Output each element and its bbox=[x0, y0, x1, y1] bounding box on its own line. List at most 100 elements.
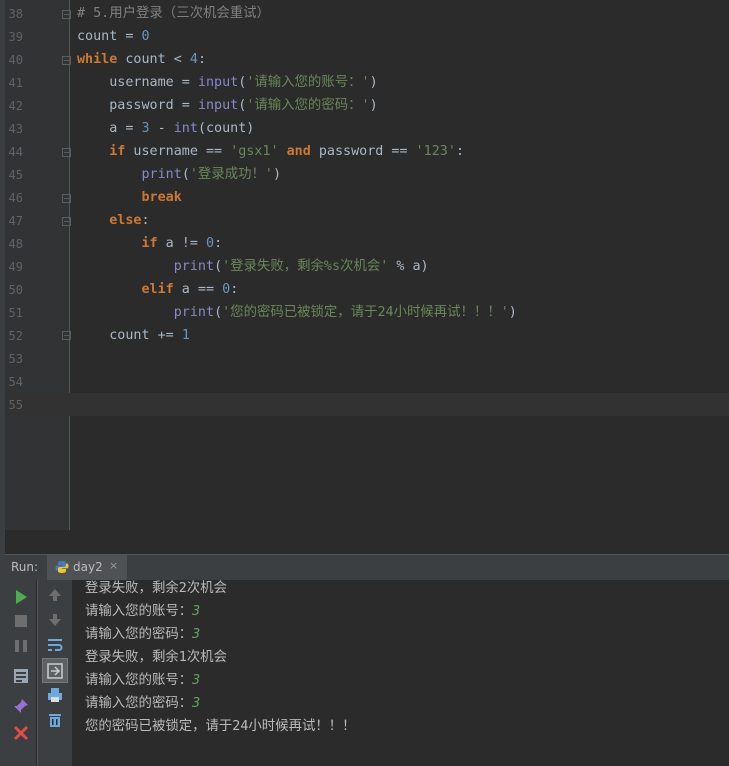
code-line[interactable]: print('登录成功！') bbox=[77, 163, 282, 186]
code-token: '123' bbox=[415, 144, 456, 159]
line-number: 44 bbox=[8, 145, 23, 159]
code-line[interactable]: print('您的密码已被锁定，请于24小时候再试！！！') bbox=[77, 301, 517, 324]
code-token: a == bbox=[173, 282, 223, 297]
console-line: 登录失败，剩余2次机会 bbox=[85, 577, 227, 600]
code-token: a != bbox=[157, 236, 206, 251]
line-number: 42 bbox=[8, 99, 23, 113]
code-token: input bbox=[197, 75, 239, 90]
code-line[interactable]: if a != 0: bbox=[77, 232, 223, 255]
console-text: 登录失败，剩余2次机会 bbox=[85, 581, 227, 596]
code-line[interactable]: while count < 4: bbox=[77, 48, 206, 71]
console-line: 请输入您的密码：3 bbox=[85, 623, 200, 646]
line-number: 40 bbox=[8, 53, 23, 67]
console-text: 请输入您的密码： bbox=[85, 627, 193, 642]
code-token: (count) bbox=[197, 121, 255, 136]
print-icon[interactable] bbox=[46, 686, 64, 704]
trash-icon[interactable] bbox=[46, 711, 64, 729]
code-token: ) bbox=[508, 305, 517, 320]
code-line[interactable]: break bbox=[77, 186, 182, 209]
line-number: 48 bbox=[8, 237, 23, 251]
fold-marker-icon[interactable] bbox=[62, 148, 71, 157]
scroll-to-end-button[interactable] bbox=[42, 658, 68, 683]
console-text: 您的密码已被锁定，请于24小时候再试！！！ bbox=[85, 719, 356, 734]
code-line[interactable]: else: bbox=[77, 209, 150, 232]
code-token: 1 bbox=[181, 328, 190, 343]
console-line: 请输入您的账号：3 bbox=[85, 600, 200, 623]
console-text: 登录失败，剩余1次机会 bbox=[85, 650, 227, 665]
dump-threads-icon[interactable] bbox=[12, 667, 30, 685]
fold-marker-icon[interactable] bbox=[62, 194, 71, 203]
soft-wrap-icon[interactable] bbox=[46, 636, 64, 654]
console-line: 请输入您的密码：3 bbox=[85, 692, 200, 715]
close-icon[interactable] bbox=[12, 724, 30, 742]
code-line[interactable]: count += 1 bbox=[77, 324, 190, 347]
code-token: elif bbox=[141, 282, 174, 297]
code-token: '登录失败，剩余%s次机会' bbox=[222, 259, 389, 274]
code-line[interactable]: # 5.用户登录（三次机会重试） bbox=[77, 2, 270, 25]
line-number: 51 bbox=[8, 306, 23, 320]
code-token: username = bbox=[77, 75, 198, 90]
code-token: else bbox=[109, 213, 142, 228]
code-line[interactable]: password = input('请输入您的密码：') bbox=[77, 94, 377, 117]
code-token: 0 bbox=[206, 236, 215, 251]
line-number: 55 bbox=[8, 398, 23, 412]
line-number: 46 bbox=[8, 191, 23, 205]
code-line[interactable]: username = input('请输入您的账号：') bbox=[77, 71, 378, 94]
code-token: - bbox=[149, 121, 174, 136]
down-arrow-icon[interactable] bbox=[46, 611, 64, 629]
stop-icon[interactable] bbox=[12, 612, 30, 630]
line-number: 38 bbox=[8, 7, 23, 21]
pause-icon[interactable] bbox=[12, 637, 30, 655]
fold-marker-icon[interactable] bbox=[62, 331, 71, 340]
gutter-separator bbox=[69, 0, 70, 530]
code-token: '登录成功！' bbox=[189, 167, 273, 182]
code-token: print bbox=[173, 305, 215, 320]
run-toolbar-left bbox=[5, 580, 36, 766]
console-line: 请输入您的账号：3 bbox=[85, 669, 200, 692]
pin-icon[interactable] bbox=[12, 697, 30, 715]
line-number: 52 bbox=[8, 329, 23, 343]
code-token: while bbox=[77, 52, 118, 67]
code-line[interactable]: count = 0 bbox=[77, 25, 150, 48]
code-token: ( bbox=[181, 167, 190, 182]
code-token: : bbox=[197, 52, 206, 67]
code-token: 0 bbox=[141, 29, 150, 44]
up-arrow-icon[interactable] bbox=[46, 586, 64, 604]
line-number: 39 bbox=[8, 30, 23, 44]
line-number: 54 bbox=[8, 375, 23, 389]
code-token: '请输入您的账号：' bbox=[246, 75, 370, 90]
fold-marker-icon[interactable] bbox=[62, 217, 71, 226]
console-text: 请输入您的账号： bbox=[85, 604, 193, 619]
code-editor[interactable]: 38 39 40 41 42 43 44 45 46 47 48 49 50 51 52 53 54 55 # 5… bbox=[5, 0, 729, 530]
fold-marker-icon[interactable] bbox=[62, 10, 71, 19]
console-text: 请输入您的密码： bbox=[85, 696, 193, 711]
run-panel: 登录失败，剩余2次机会 请输入您的账号：3 请输入您的密码：3 登录失败，剩余1次机会… bbox=[5, 580, 729, 766]
code-line[interactable]: elif a == 0: bbox=[77, 278, 239, 301]
line-number: 43 bbox=[8, 122, 23, 136]
line-number: 47 bbox=[8, 214, 23, 228]
code-token: : bbox=[141, 213, 150, 228]
console-user-input: 3 bbox=[192, 673, 201, 688]
console-user-input: 3 bbox=[192, 696, 201, 711]
code-token: 0 bbox=[222, 282, 231, 297]
code-token: and bbox=[286, 144, 311, 159]
code-token: a = bbox=[77, 121, 142, 136]
code-line[interactable]: print('登录失败，剩余%s次机会' % a) bbox=[77, 255, 429, 278]
fold-marker-icon[interactable] bbox=[62, 56, 71, 65]
editor-bottom-area bbox=[5, 530, 729, 554]
line-number: 53 bbox=[8, 352, 23, 366]
code-token: : bbox=[214, 236, 223, 251]
run-toolbar-right bbox=[37, 580, 72, 766]
code-token: count < bbox=[117, 52, 190, 67]
line-number: 45 bbox=[8, 168, 23, 182]
code-line[interactable]: if username == 'gsx1' and password == '1… bbox=[77, 140, 464, 163]
code-line[interactable]: a = 3 - int(count) bbox=[77, 117, 254, 140]
code-token: ) bbox=[369, 75, 378, 90]
close-tab-icon[interactable]: × bbox=[109, 559, 118, 572]
run-icon[interactable] bbox=[12, 588, 30, 606]
code-token: count = bbox=[77, 29, 142, 44]
